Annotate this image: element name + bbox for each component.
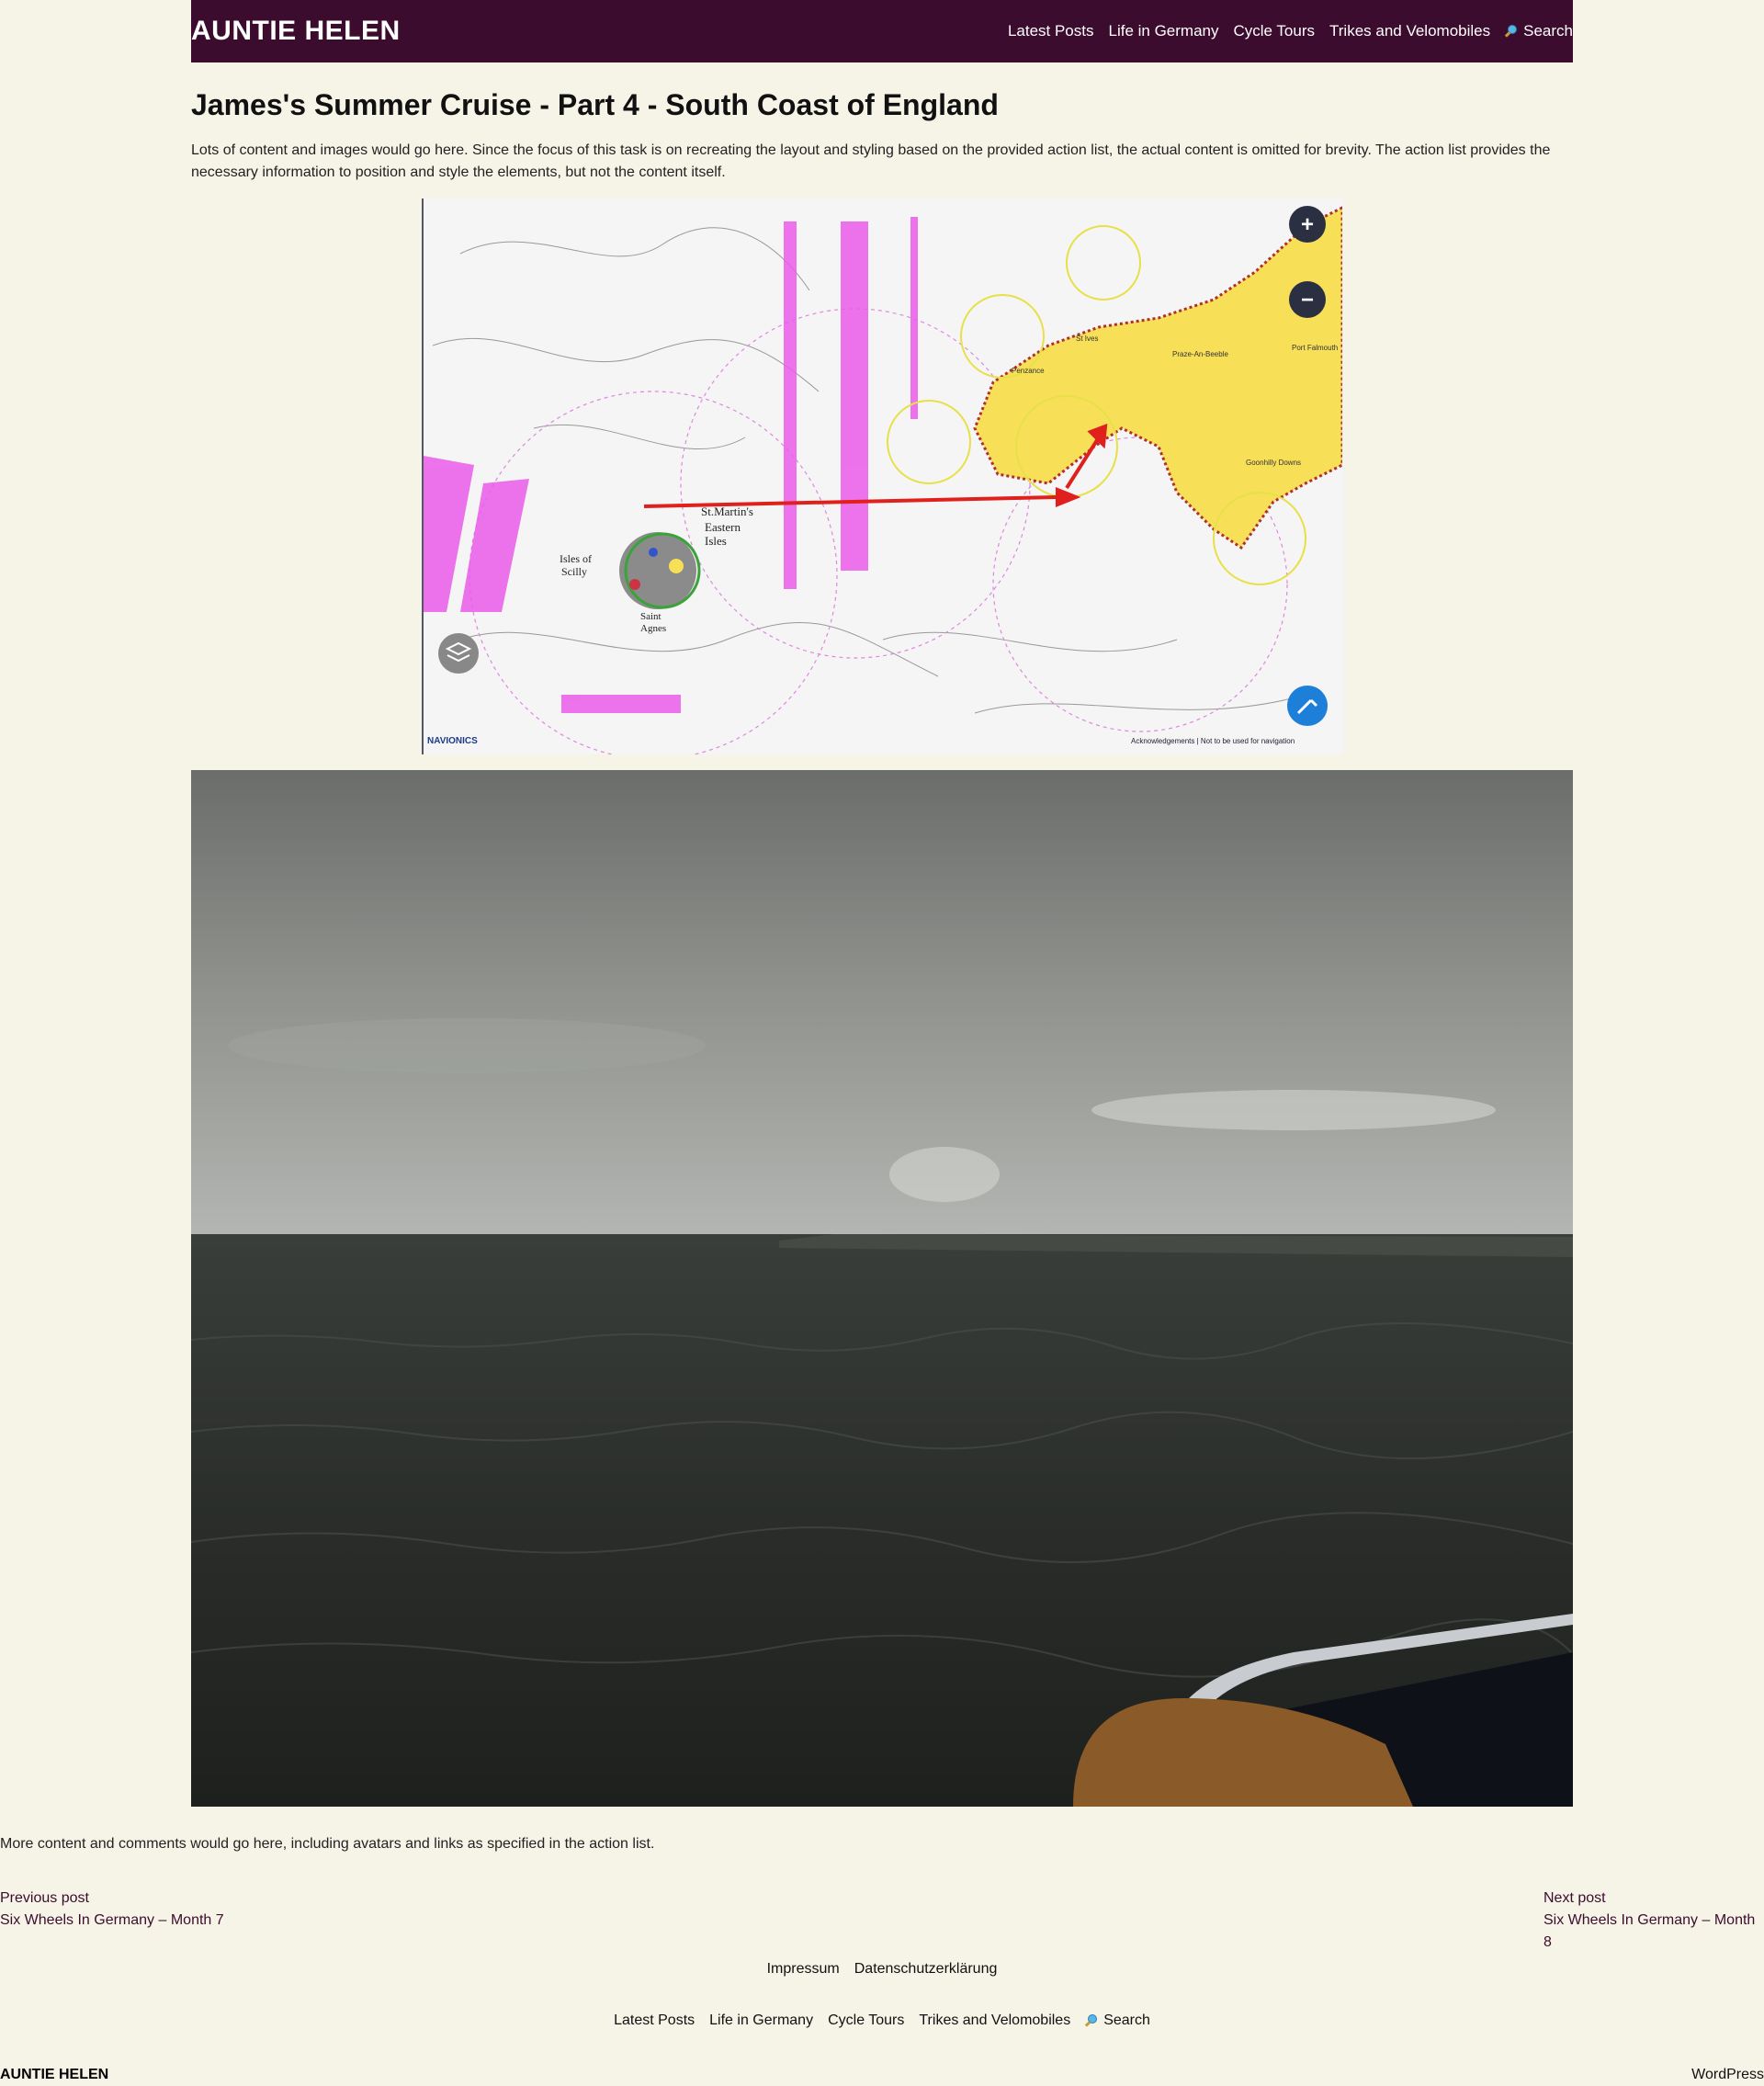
footer-nav-latest-posts[interactable]: Latest Posts bbox=[614, 2012, 695, 2029]
map-label-isles: Isles bbox=[705, 534, 727, 548]
footer-nav-trikes-and-velomobiles[interactable]: Trikes and Velomobiles bbox=[919, 2012, 1070, 2029]
map-label-st-ives: St Ives bbox=[1076, 334, 1098, 343]
map-label-saint: Saint bbox=[640, 611, 662, 622]
route-icon[interactable] bbox=[1287, 686, 1328, 726]
nav-latest-posts[interactable]: Latest Posts bbox=[1008, 22, 1094, 40]
map-label-agnes: Agnes bbox=[640, 623, 666, 634]
footer-nav-search-label: Search bbox=[1103, 2012, 1150, 2028]
footer-nav-cycle-tours[interactable]: Cycle Tours bbox=[828, 2012, 904, 2029]
footer-site-title[interactable]: AUNTIE HELEN bbox=[0, 2067, 108, 2083]
nav-life-in-germany[interactable]: Life in Germany bbox=[1109, 22, 1219, 40]
site-header: AUNTIE HELEN Latest Posts Life in German… bbox=[191, 0, 1573, 62]
search-icon bbox=[1085, 2014, 1098, 2027]
map-footer-note: Acknowledgements | Not to be used for na… bbox=[1131, 737, 1295, 745]
svg-text:−: − bbox=[1301, 288, 1314, 312]
more-content-text: More content and comments would go here,… bbox=[0, 1836, 655, 1852]
footer-navigation: Latest Posts Life in Germany Cycle Tours… bbox=[0, 2012, 1764, 2029]
chart-graphic: St.Martin's Eastern Isles Isles of Scill… bbox=[424, 198, 1342, 754]
site-title-link[interactable]: AUNTIE HELEN bbox=[191, 16, 401, 47]
next-post-link[interactable]: Next post Six Wheels In Germany – Month … bbox=[1544, 1888, 1764, 1954]
impressum-link[interactable]: Impressum bbox=[767, 1961, 840, 1978]
next-post-label[interactable]: Next post bbox=[1544, 1888, 1764, 1910]
map-label-port-falmouth: Port Falmouth bbox=[1292, 344, 1338, 352]
footer-nav-life-in-germany[interactable]: Life in Germany bbox=[709, 2012, 813, 2029]
previous-post-title[interactable]: Six Wheels In Germany – Month 7 bbox=[0, 1910, 224, 1932]
datenschutz-link[interactable]: Datenschutzerklärung bbox=[854, 1961, 998, 1978]
post-intro: Lots of content and images would go here… bbox=[191, 142, 1551, 180]
nav-search[interactable]: Search bbox=[1505, 22, 1573, 40]
previous-post-label[interactable]: Previous post bbox=[0, 1888, 224, 1910]
zoom-in-button[interactable]: + bbox=[1289, 206, 1326, 243]
map-label-praze: Praze-An-Beeble bbox=[1172, 350, 1228, 358]
nav-trikes-and-velomobiles[interactable]: Trikes and Velomobiles bbox=[1329, 22, 1490, 40]
footer-nav-search[interactable]: Search bbox=[1085, 2012, 1150, 2029]
post-title: James's Summer Cruise - Part 4 - South C… bbox=[191, 88, 999, 121]
primary-navigation: Latest Posts Life in Germany Cycle Tours… bbox=[1008, 22, 1573, 40]
sea-photo-graphic bbox=[191, 770, 1573, 1807]
wordpress-credit-link[interactable]: WordPress bbox=[1691, 2067, 1764, 2083]
map-label-goonhilly: Goonhilly Downs bbox=[1246, 459, 1301, 467]
nav-cycle-tours[interactable]: Cycle Tours bbox=[1234, 22, 1316, 40]
map-label-eastern: Eastern bbox=[705, 520, 741, 534]
zoom-out-button[interactable]: − bbox=[1289, 281, 1326, 318]
nav-search-label: Search bbox=[1523, 22, 1573, 40]
map-label-penzance: Penzance bbox=[1012, 367, 1045, 375]
navionics-logo: NAVIONICS bbox=[427, 736, 478, 746]
next-post-title[interactable]: Six Wheels In Germany – Month 8 bbox=[1544, 1910, 1764, 1954]
previous-post-link[interactable]: Previous post Six Wheels In Germany – Mo… bbox=[0, 1888, 224, 1932]
sea-photo bbox=[191, 770, 1573, 1807]
map-label-isles-of: Isles of bbox=[560, 552, 592, 565]
svg-text:+: + bbox=[1301, 212, 1314, 237]
nautical-chart-image: St.Martin's Eastern Isles Isles of Scill… bbox=[422, 198, 1344, 754]
map-label-scilly: Scilly bbox=[561, 565, 587, 578]
search-icon bbox=[1505, 25, 1518, 38]
map-label-st-martins: St.Martin's bbox=[701, 504, 753, 518]
layers-icon[interactable] bbox=[438, 633, 479, 674]
footer-legal-links: Impressum Datenschutzerklärung bbox=[0, 1961, 1764, 1978]
